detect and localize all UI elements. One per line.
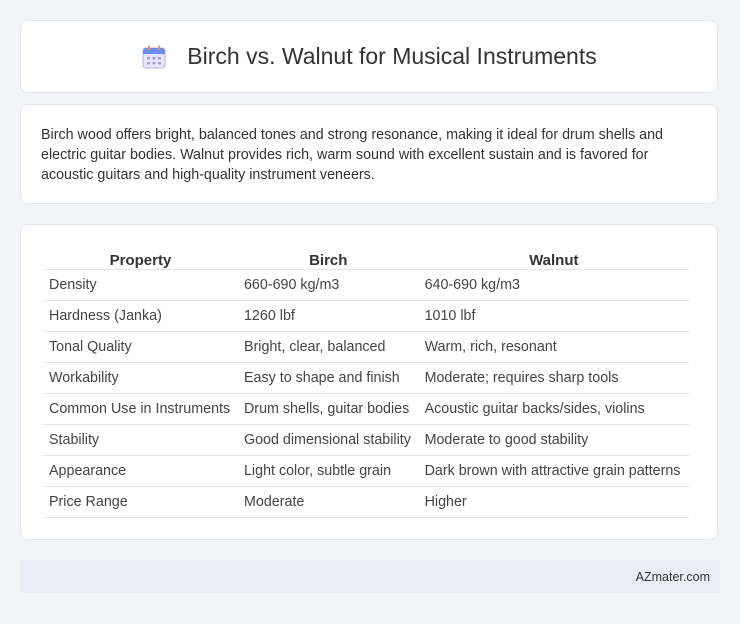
birch-cell: 1260 lbf bbox=[237, 300, 419, 332]
title-card: Birch vs. Walnut for Musical Instruments bbox=[20, 20, 718, 93]
property-cell: Price Range bbox=[43, 486, 238, 518]
property-cell: Hardness (Janka) bbox=[43, 300, 238, 332]
walnut-cell: Higher bbox=[418, 486, 689, 518]
footer-site-link[interactable]: AZmater.com bbox=[636, 570, 710, 584]
birch-cell: Moderate bbox=[237, 486, 419, 518]
intro-text: Birch wood offers bright, balanced tones… bbox=[41, 127, 664, 183]
page-title: Birch vs. Walnut for Musical Instruments bbox=[187, 43, 597, 69]
property-cell: Tonal Quality bbox=[43, 331, 238, 363]
table-row: Price Range Moderate Higher bbox=[43, 486, 689, 518]
column-header-birch: Birch bbox=[237, 247, 419, 270]
birch-cell: Easy to shape and finish bbox=[237, 362, 419, 394]
birch-cell: Light color, subtle grain bbox=[237, 455, 419, 487]
walnut-cell: 1010 lbf bbox=[418, 300, 689, 332]
column-header-walnut: Walnut bbox=[418, 247, 689, 270]
table-row: Common Use in Instruments Drum shells, g… bbox=[43, 393, 689, 425]
table-row: Density 660-690 kg/m3 640-690 kg/m3 bbox=[43, 269, 689, 301]
property-cell: Appearance bbox=[43, 455, 238, 487]
table-row: Tonal Quality Bright, clear, balanced Wa… bbox=[43, 331, 689, 363]
property-cell: Stability bbox=[43, 424, 238, 456]
column-header-property: Property bbox=[43, 247, 238, 270]
table-row: Appearance Light color, subtle grain Dar… bbox=[43, 455, 689, 487]
walnut-cell: Dark brown with attractive grain pattern… bbox=[418, 455, 689, 487]
comparison-table: Property Birch Walnut Density 660-690 kg… bbox=[43, 247, 689, 518]
table-row: Workability Easy to shape and finish Mod… bbox=[43, 362, 689, 394]
intro-card: Birch wood offers bright, balanced tones… bbox=[20, 104, 718, 204]
property-cell: Density bbox=[43, 269, 238, 301]
table-header-row: Property Birch Walnut bbox=[43, 247, 689, 270]
birch-cell: Drum shells, guitar bodies bbox=[237, 393, 419, 425]
walnut-cell: Moderate; requires sharp tools bbox=[418, 362, 689, 394]
property-cell: Workability bbox=[43, 362, 238, 394]
calendar-icon bbox=[142, 45, 166, 68]
walnut-cell: Warm, rich, resonant bbox=[418, 331, 689, 363]
walnut-cell: Moderate to good stability bbox=[418, 424, 689, 456]
walnut-cell: Acoustic guitar backs/sides, violins bbox=[418, 393, 689, 425]
table-row: Stability Good dimensional stability Mod… bbox=[43, 424, 689, 456]
table-row: Hardness (Janka) 1260 lbf 1010 lbf bbox=[43, 300, 689, 332]
comparison-table-card: Property Birch Walnut Density 660-690 kg… bbox=[20, 224, 718, 540]
birch-cell: 660-690 kg/m3 bbox=[237, 269, 419, 301]
property-cell: Common Use in Instruments bbox=[43, 393, 238, 425]
footer: AZmater.com bbox=[20, 560, 720, 593]
birch-cell: Bright, clear, balanced bbox=[237, 331, 419, 363]
walnut-cell: 640-690 kg/m3 bbox=[418, 269, 689, 301]
birch-cell: Good dimensional stability bbox=[237, 424, 419, 456]
